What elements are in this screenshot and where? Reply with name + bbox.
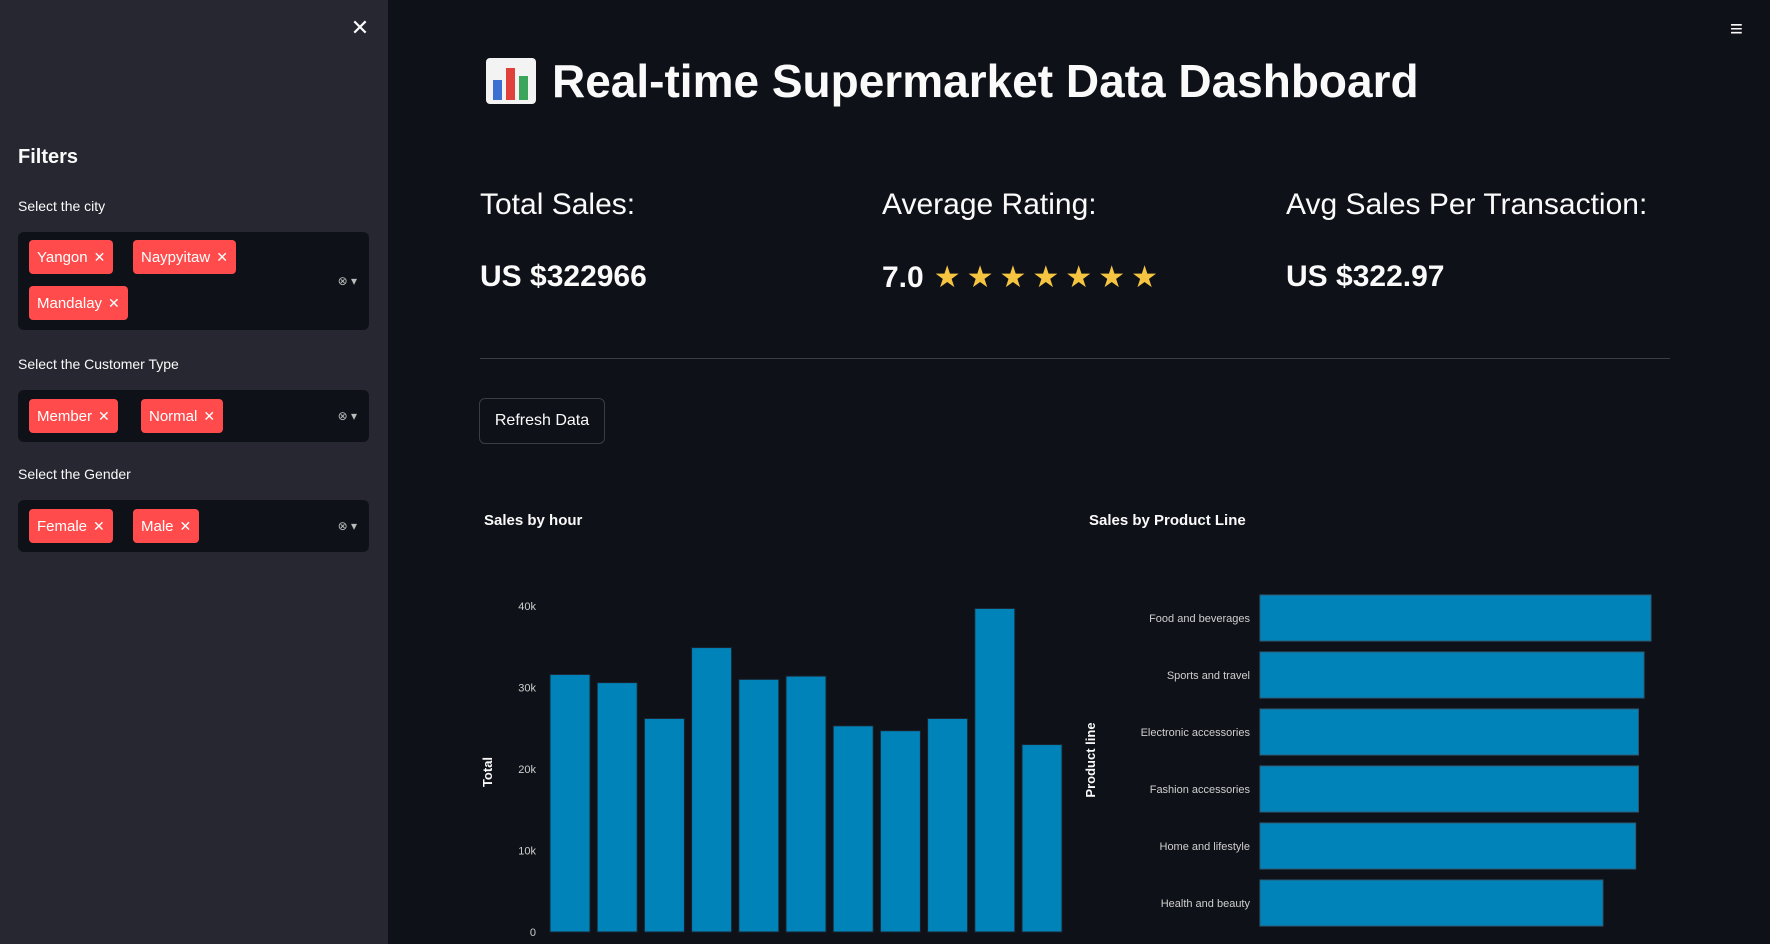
remove-tag-icon[interactable]: ✕ xyxy=(93,518,105,534)
refresh-data-button[interactable]: Refresh Data xyxy=(479,398,605,444)
remove-tag-icon[interactable]: ✕ xyxy=(180,518,192,534)
divider xyxy=(480,358,1670,359)
tag-label: Female xyxy=(37,518,88,535)
sidebar: ✕ Filters Select the city Yangon ✕ Naypyi… xyxy=(0,0,388,944)
gender-filter-label: Select the Gender xyxy=(18,466,131,482)
y-tick-label: 0 xyxy=(530,927,536,939)
remove-tag-icon[interactable]: ✕ xyxy=(94,249,106,265)
chevron-down-icon[interactable]: ⊗ ▾ xyxy=(338,409,357,423)
total-sales-value: US $322966 xyxy=(480,260,647,293)
tag-member: Member ✕ xyxy=(29,399,118,433)
tag-mandalay: Mandalay ✕ xyxy=(29,286,128,320)
tag-male: Male ✕ xyxy=(133,509,200,543)
tag-yangon: Yangon ✕ xyxy=(29,240,114,274)
category-label: Electronic accessories xyxy=(1141,727,1251,739)
page-title: Real-time Supermarket Data Dashboard xyxy=(486,54,1419,108)
tag-label: Mandalay xyxy=(37,295,103,312)
customer-type-filter-label: Select the Customer Type xyxy=(18,356,179,372)
sales-by-hour-title: Sales by hour xyxy=(484,512,583,529)
tag-label: Normal xyxy=(149,408,198,425)
bar xyxy=(1259,765,1639,813)
bar xyxy=(832,725,874,933)
avg-sales-per-transaction-label: Avg Sales Per Transaction: xyxy=(1286,188,1648,221)
bar xyxy=(596,682,638,933)
bar xyxy=(549,673,591,933)
bar xyxy=(974,607,1016,933)
y-axis-label: Product line xyxy=(1083,722,1098,797)
tag-female: Female ✕ xyxy=(29,509,113,543)
tag-label: Male xyxy=(141,518,174,535)
category-label: Home and lifestyle xyxy=(1160,841,1251,853)
sales-by-product-line-title: Sales by Product Line xyxy=(1089,512,1246,529)
bar xyxy=(643,717,685,933)
customer-type-multiselect[interactable]: Member ✕ Normal ✕ ⊗ ▾ xyxy=(18,390,369,442)
bar xyxy=(1259,594,1652,642)
bar xyxy=(1259,651,1645,699)
y-tick-label: 10k xyxy=(518,846,536,858)
bar-chart-icon xyxy=(486,58,536,104)
tag-normal: Normal ✕ xyxy=(141,399,224,433)
bar xyxy=(1021,744,1063,933)
gender-multiselect[interactable]: Female ✕ Male ✕ ⊗ ▾ xyxy=(18,500,369,552)
page-title-text: Real-time Supermarket Data Dashboard xyxy=(552,55,1419,107)
y-tick-label: 30k xyxy=(518,683,536,695)
avg-sales-per-transaction-value: US $322.97 xyxy=(1286,260,1445,293)
category-label: Fashion accessories xyxy=(1150,784,1251,796)
bar xyxy=(1259,822,1637,870)
sales-by-product-line-chart: Food and beverages Sports and travel Elect… xyxy=(1083,594,1652,927)
category-label: Health and beauty xyxy=(1161,898,1251,910)
filters-heading: Filters xyxy=(18,146,79,168)
chevron-down-icon[interactable]: ⊗ ▾ xyxy=(338,274,357,288)
sales-by-hour-chart: 0 10k 20k 30k 40k Total xyxy=(480,601,1063,939)
y-tick-label: 20k xyxy=(518,764,536,776)
y-axis-label: Total xyxy=(480,757,495,787)
category-label: Food and beverages xyxy=(1149,613,1250,625)
remove-tag-icon[interactable]: ✕ xyxy=(108,295,120,311)
bar xyxy=(879,730,921,933)
y-tick-label: 40k xyxy=(518,601,536,613)
remove-tag-icon[interactable]: ✕ xyxy=(216,249,228,265)
city-multiselect[interactable]: Yangon ✕ Naypyitaw ✕ Mandalay ✕ ⊗ ▾ xyxy=(18,232,369,330)
total-sales-label: Total Sales: xyxy=(480,188,636,221)
average-rating-value: 7.0 ★★★★★★★ xyxy=(882,260,1164,295)
bar xyxy=(1259,708,1639,756)
star-icons: ★★★★★★★ xyxy=(933,261,1164,294)
category-label: Sports and travel xyxy=(1167,670,1250,682)
tag-label: Naypyitaw xyxy=(141,249,211,266)
city-filter-label: Select the city xyxy=(18,198,106,214)
rating-number: 7.0 xyxy=(882,261,924,294)
bar xyxy=(691,647,733,933)
bar xyxy=(927,717,969,933)
bar xyxy=(785,675,827,933)
bar xyxy=(738,678,780,933)
close-icon[interactable]: ✕ xyxy=(348,16,372,40)
tag-naypyitaw: Naypyitaw ✕ xyxy=(133,240,236,274)
remove-tag-icon[interactable]: ✕ xyxy=(203,408,215,424)
remove-tag-icon[interactable]: ✕ xyxy=(98,408,110,424)
tag-label: Member xyxy=(37,408,93,425)
bar xyxy=(1259,879,1604,927)
average-rating-label: Average Rating: xyxy=(882,188,1097,221)
hamburger-menu-icon[interactable]: ≡ xyxy=(1730,16,1743,42)
chevron-down-icon[interactable]: ⊗ ▾ xyxy=(338,519,357,533)
tag-label: Yangon xyxy=(37,249,88,266)
